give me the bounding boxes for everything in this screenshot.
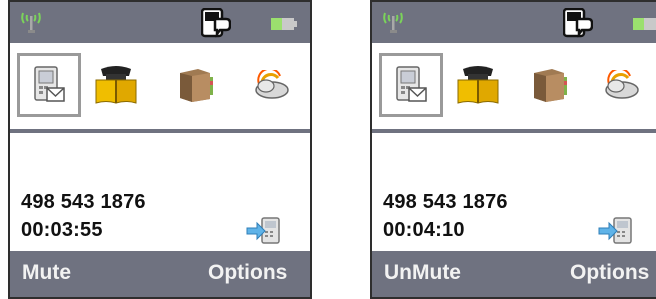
battery-icon bbox=[271, 17, 297, 35]
active-call-panel: 498 543 1876 00:04:10 bbox=[372, 133, 656, 255]
phonebook-icon[interactable] bbox=[446, 53, 510, 117]
talk-mode-icon bbox=[562, 7, 594, 43]
options-softkey[interactable]: Options bbox=[570, 261, 649, 285]
call-timer: 00:04:10 bbox=[383, 219, 465, 241]
call-transfer-icon bbox=[598, 217, 634, 250]
talk-mode-icon bbox=[200, 7, 232, 43]
call-number: 498 543 1876 bbox=[383, 191, 508, 213]
box-icon[interactable] bbox=[163, 53, 227, 117]
messages-icon[interactable] bbox=[17, 53, 81, 117]
box-icon[interactable] bbox=[517, 53, 581, 117]
phone-screen-unmute: 498 543 1876 00:04:10 UnMute Options bbox=[370, 0, 656, 299]
weather-icon[interactable] bbox=[590, 53, 654, 117]
app-icon-row bbox=[10, 43, 310, 127]
app-icon-row bbox=[372, 43, 656, 127]
options-softkey[interactable]: Options bbox=[208, 261, 287, 285]
call-timer: 00:03:55 bbox=[21, 219, 103, 241]
signal-antenna-icon bbox=[20, 10, 42, 39]
unmute-softkey[interactable]: UnMute bbox=[384, 261, 461, 285]
active-call-panel: 498 543 1876 00:03:55 bbox=[10, 133, 310, 255]
weather-icon[interactable] bbox=[240, 53, 304, 117]
phonebook-icon[interactable] bbox=[84, 53, 148, 117]
phone-screen-mute: 498 543 1876 00:03:55 Mute Options bbox=[8, 0, 312, 299]
status-bar bbox=[372, 2, 656, 43]
call-transfer-icon bbox=[246, 217, 282, 250]
softkey-bar: Mute Options bbox=[10, 251, 310, 297]
signal-antenna-icon bbox=[382, 10, 404, 39]
softkey-bar: UnMute Options bbox=[372, 251, 656, 297]
messages-icon[interactable] bbox=[379, 53, 443, 117]
mute-softkey[interactable]: Mute bbox=[22, 261, 71, 285]
status-bar bbox=[10, 2, 310, 43]
battery-icon bbox=[633, 17, 656, 35]
call-number: 498 543 1876 bbox=[21, 191, 146, 213]
